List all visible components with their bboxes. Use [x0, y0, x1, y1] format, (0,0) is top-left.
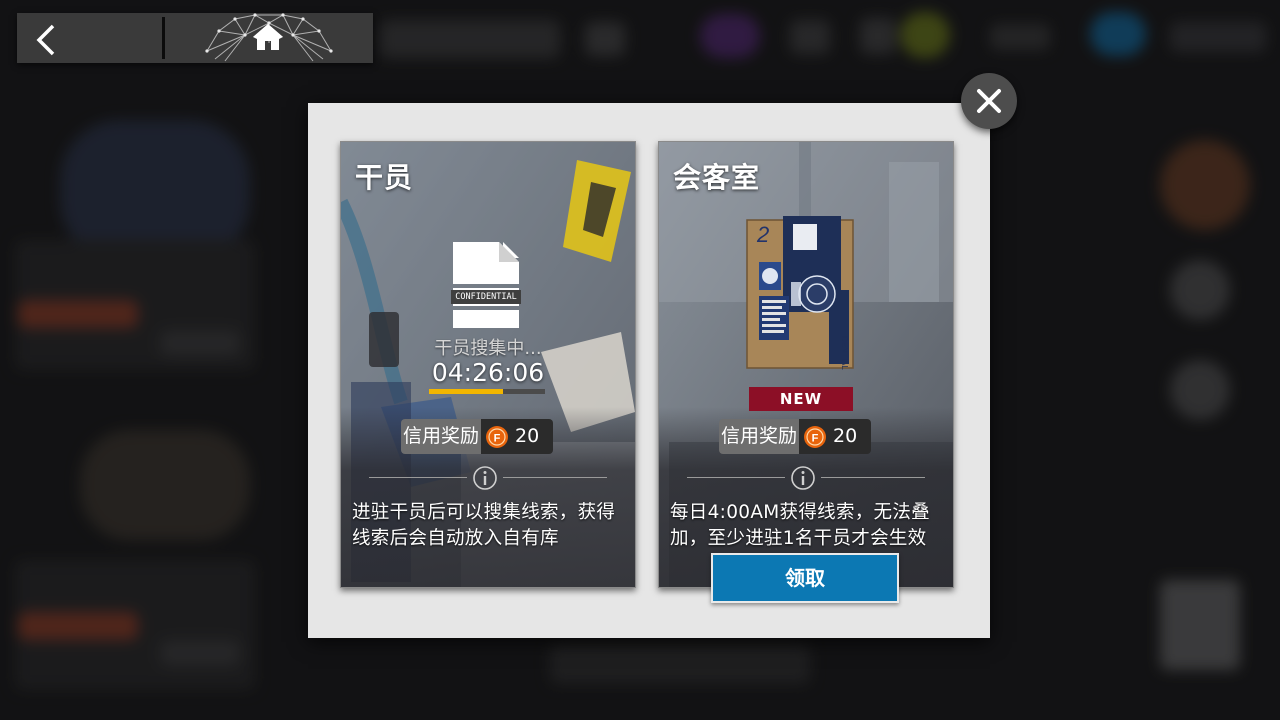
- new-badge: NEW: [749, 387, 853, 411]
- info-icon[interactable]: [790, 465, 816, 491]
- claim-button[interactable]: 领取: [711, 553, 899, 603]
- card-title: 干员: [355, 161, 414, 194]
- reception-room-card: 会客室 2 DENTIAL NEW 信用奖励 F 20 每日4:00AM获得线索…: [658, 141, 954, 588]
- collecting-status: 干员搜集中...: [434, 338, 542, 359]
- confidential-document-icon: CONFIDENTIAL: [449, 242, 523, 336]
- credit-coin-icon: F: [804, 425, 827, 448]
- close-button[interactable]: [961, 73, 1017, 129]
- credit-reward-label: 信用奖励: [719, 419, 800, 454]
- clue-envelope-icon: 2 DENTIAL: [746, 216, 854, 370]
- svg-text:F: F: [812, 432, 819, 444]
- info-icon[interactable]: [472, 465, 498, 491]
- back-button[interactable]: [17, 13, 163, 63]
- countdown-timer: 04:26:06: [431, 358, 545, 387]
- credit-reward: 信用奖励 F 20: [401, 419, 554, 454]
- card-description: 每日4:00AM获得线索，无法叠加，至少进驻1名干员才会生效: [670, 502, 930, 549]
- card-title: 会客室: [673, 161, 761, 194]
- close-icon: [977, 89, 1001, 113]
- svg-text:2: 2: [756, 222, 769, 247]
- credit-reward-value-box: F 20: [481, 419, 554, 454]
- credit-reward: 信用奖励 F 20: [719, 419, 872, 454]
- info-divider: [341, 465, 635, 491]
- card-description: 进驻干员后可以搜集线索，获得线索后会自动放入自有库: [352, 502, 616, 549]
- home-button[interactable]: [165, 13, 373, 63]
- credit-coin-icon: F: [486, 425, 509, 448]
- confidential-stamp: CONFIDENTIAL: [455, 292, 517, 302]
- svg-text:DENTIAL: DENTIAL: [840, 336, 849, 370]
- credit-reward-label: 信用奖励: [401, 419, 482, 454]
- chevron-left-icon: [36, 24, 55, 56]
- svg-text:F: F: [494, 432, 501, 444]
- info-divider: [659, 465, 953, 491]
- credit-reward-value: 20: [515, 425, 540, 447]
- top-nav-bar: [17, 13, 373, 63]
- operator-card: 干员 CONFIDENTIAL 干员搜集中... 04:26:06 信用奖励 F…: [340, 141, 636, 588]
- credit-reward-value-box: F 20: [799, 419, 872, 454]
- collect-progress-fill: [429, 389, 504, 394]
- home-icon: [253, 24, 283, 50]
- collect-progress-bar: [429, 389, 545, 394]
- credit-reward-value: 20: [833, 425, 858, 447]
